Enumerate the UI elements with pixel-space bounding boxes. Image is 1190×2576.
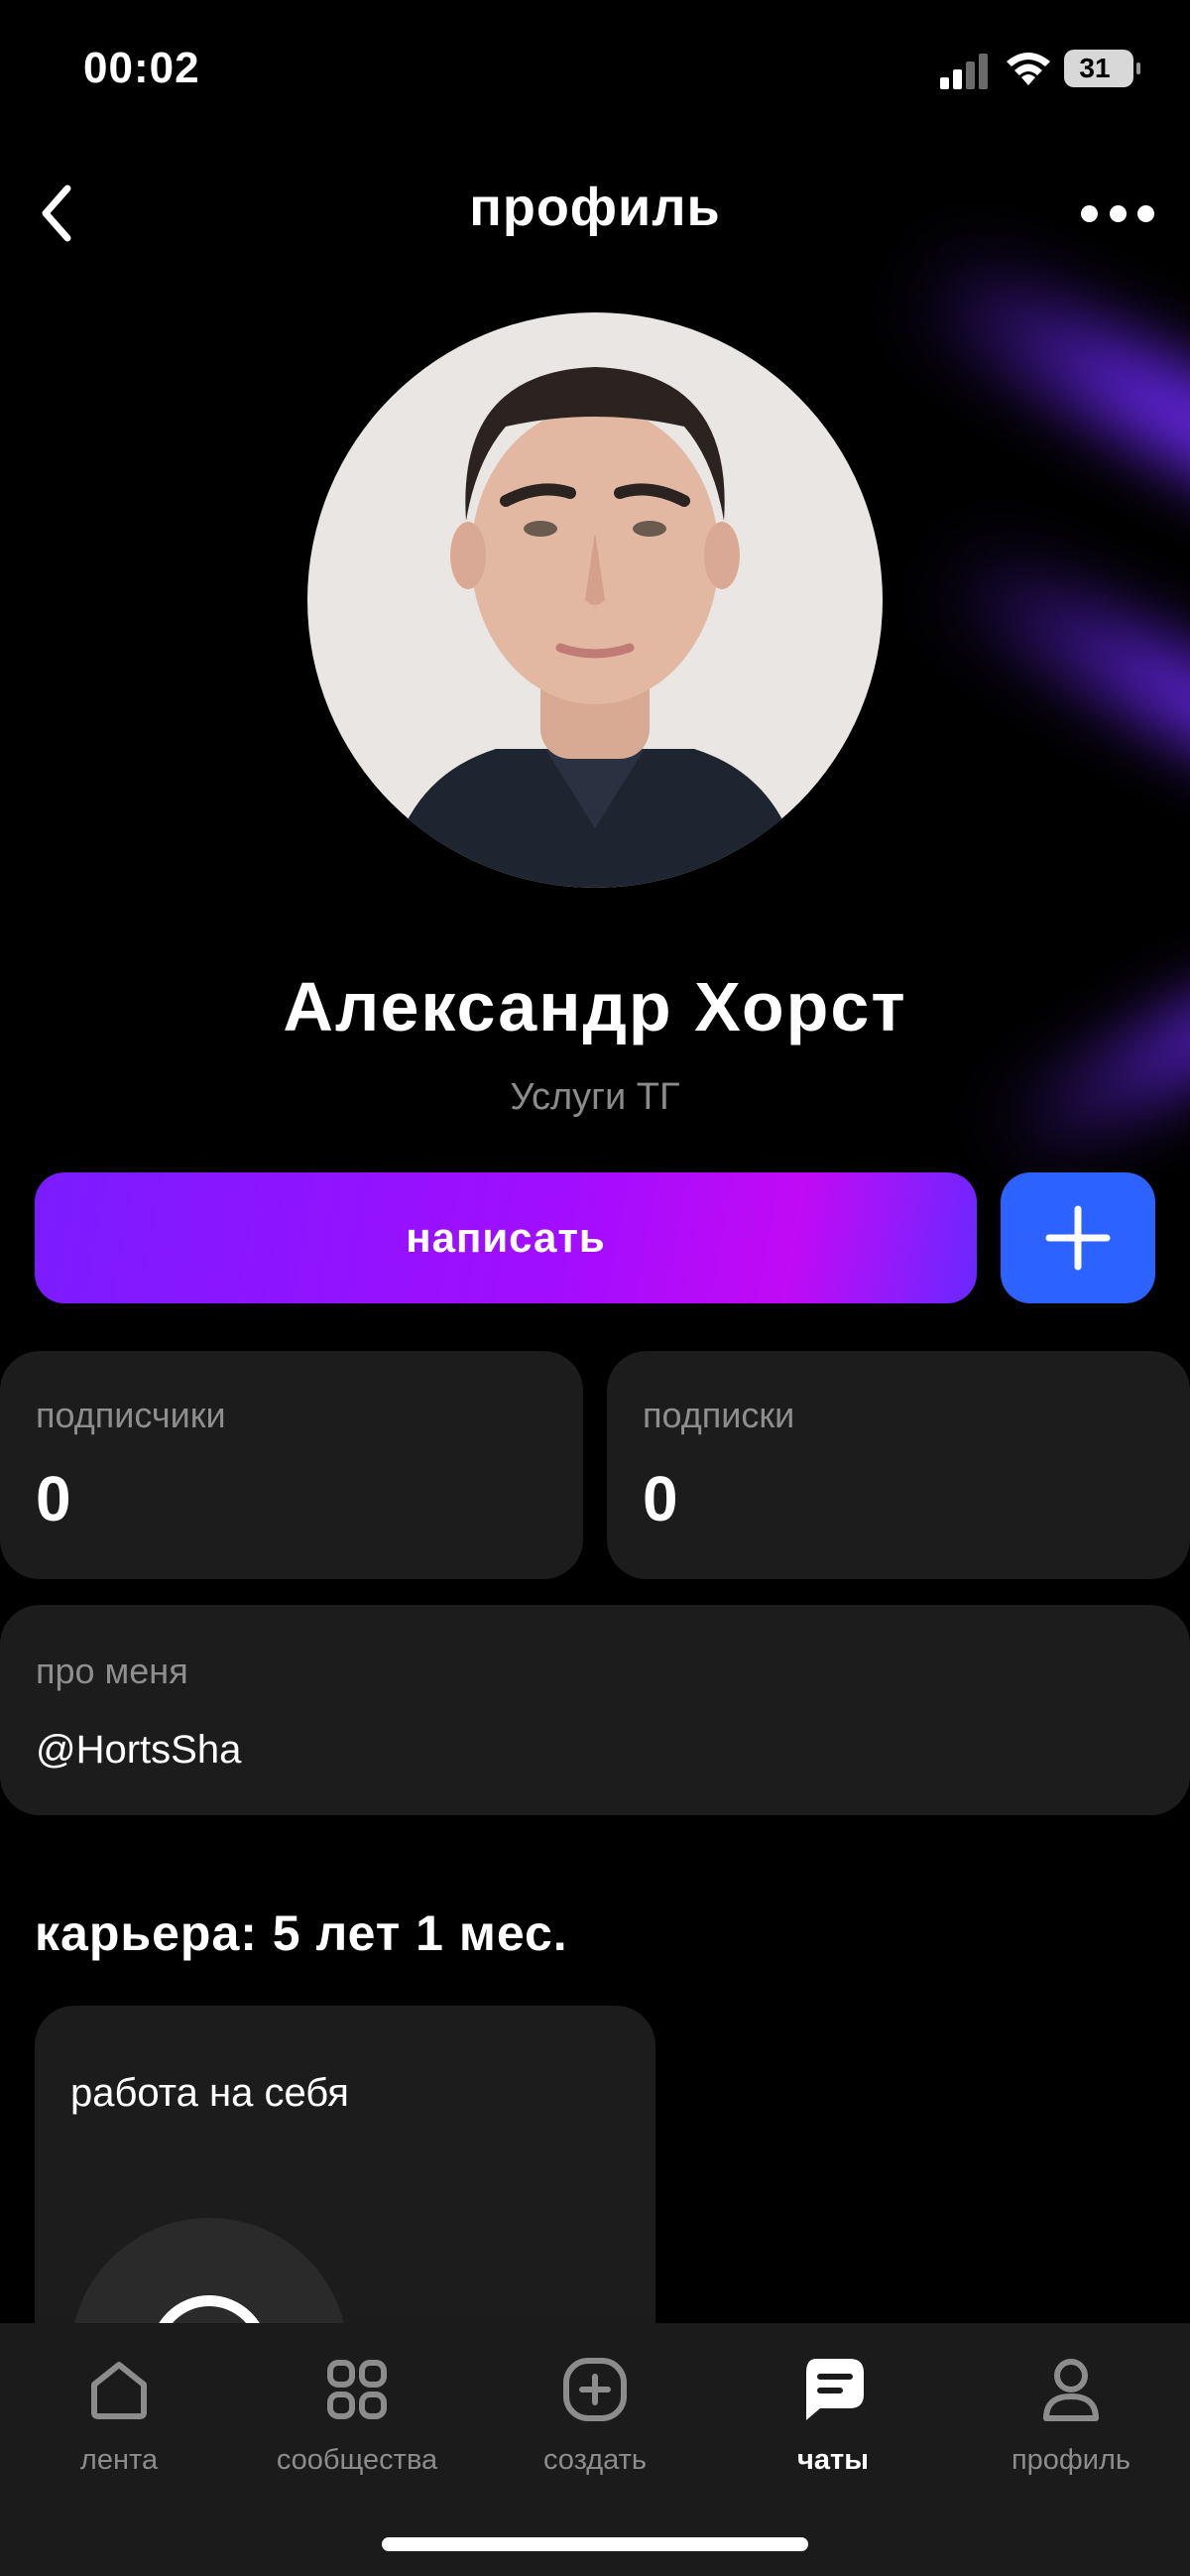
more-options-button[interactable]	[1081, 198, 1154, 228]
grid-icon	[327, 2360, 387, 2419]
tab-communities-label: сообщества	[276, 2444, 438, 2476]
career-job-label: работа на себя	[70, 2071, 349, 2115]
about-text: @HortsSha	[36, 1728, 242, 1772]
tab-profile-label: профиль	[1011, 2444, 1131, 2476]
home-indicator	[382, 2537, 808, 2551]
plus-icon	[1045, 1205, 1111, 1271]
tab-feed[interactable]: лента	[0, 2323, 238, 2512]
following-count: 0	[643, 1463, 678, 1534]
purple-glow-decoration	[895, 234, 1190, 510]
following-label: подписки	[643, 1395, 795, 1435]
battery-icon: 31	[1064, 50, 1140, 87]
more-dot-icon	[1109, 204, 1127, 222]
career-title: карьера: 5 лет 1 мес.	[35, 1905, 568, 1961]
wifi-icon	[1007, 53, 1050, 85]
tab-chats[interactable]: чаты	[714, 2323, 952, 2512]
write-message-label: написать	[406, 1214, 606, 1261]
battery-level: 31	[1079, 53, 1111, 83]
followers-card[interactable]: подписчики 0	[0, 1351, 583, 1579]
more-dot-icon	[1081, 204, 1098, 222]
user-name: Александр Хорст	[283, 968, 907, 1045]
tab-communities[interactable]: сообщества	[238, 2323, 476, 2512]
status-bar: 00:02 31	[0, 0, 1190, 139]
following-card[interactable]: подписки 0	[607, 1351, 1190, 1579]
avatar-photo	[307, 312, 883, 888]
cellular-signal-icon	[940, 54, 990, 89]
about-label: про меня	[36, 1651, 188, 1691]
status-time: 00:02	[83, 44, 200, 92]
followers-count: 0	[36, 1463, 71, 1534]
chat-icon	[806, 2359, 864, 2420]
user-icon	[1043, 2359, 1099, 2421]
user-subtitle: Услуги ТГ	[510, 1076, 680, 1118]
tab-profile[interactable]: профиль	[952, 2323, 1190, 2512]
followers-label: подписчики	[36, 1395, 226, 1435]
tab-chats-label: чаты	[797, 2444, 869, 2476]
tab-create[interactable]: создать	[476, 2323, 714, 2512]
about-card: про меня @HortsSha	[0, 1605, 1190, 1815]
add-button[interactable]	[1001, 1172, 1155, 1303]
avatar[interactable]	[307, 312, 883, 888]
plus-square-icon	[563, 2358, 627, 2421]
more-dot-icon	[1137, 204, 1154, 222]
tab-feed-label: лента	[79, 2444, 159, 2476]
page-title: профиль	[469, 178, 721, 237]
write-message-button[interactable]: написать	[35, 1172, 977, 1303]
purple-glow-decoration	[925, 531, 1190, 779]
home-icon	[91, 2362, 147, 2419]
tab-create-label: создать	[542, 2444, 648, 2476]
